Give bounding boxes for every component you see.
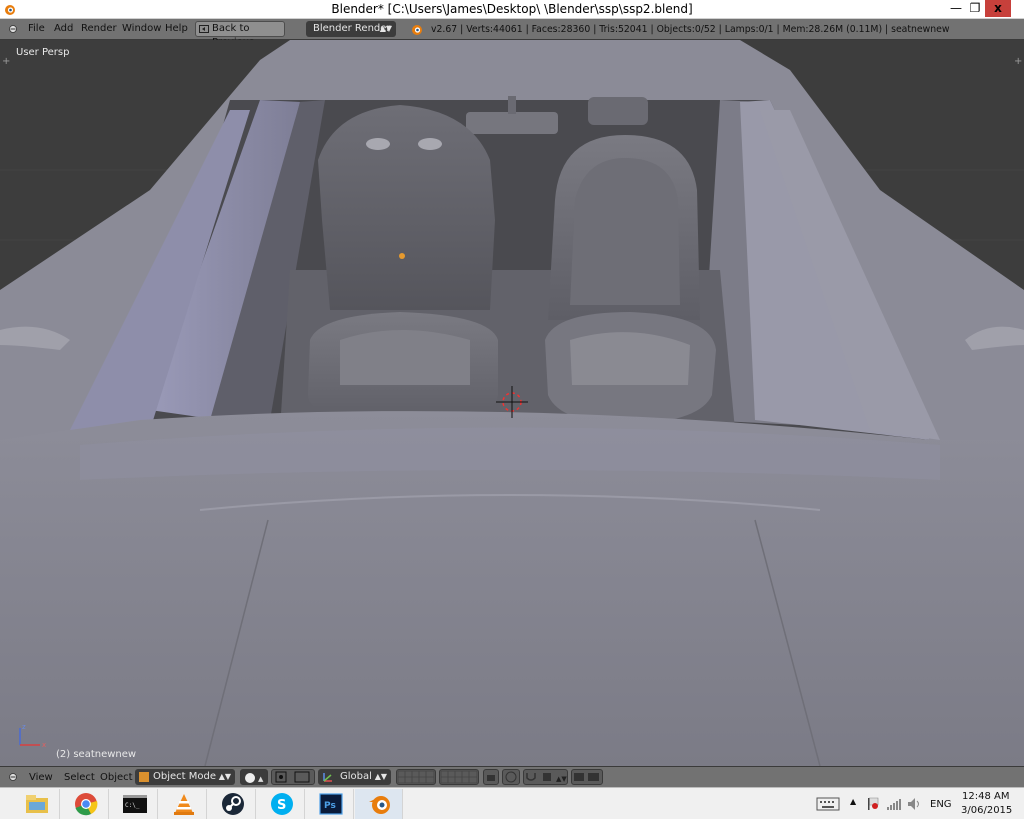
taskbar-terminal[interactable]: C:\_ [110,789,158,819]
interaction-mode-select[interactable]: Object Mode ▲▼ [135,769,235,785]
vlc-icon [174,794,194,815]
photoshop-icon: Ps [319,793,343,815]
menu-file[interactable]: File [28,23,45,34]
menu-select[interactable]: Select [64,772,95,783]
show-hidden-icons-chevron-icon[interactable]: ▲ [850,797,856,806]
clock-date[interactable]: 3/06/2015 [961,805,1012,816]
taskbar-skype[interactable]: S [257,789,305,819]
pivot-and-manipulator-buttons[interactable] [271,769,315,785]
layer-buttons-group-1[interactable] [396,769,436,785]
taskbar-photoshop[interactable]: Ps [306,789,354,819]
blender-icon [369,796,390,814]
svg-text:▲▼: ▲▼ [556,775,567,783]
terminal-prompt-text: C:\_ [125,802,140,809]
menu-view[interactable]: View [29,772,53,783]
menu-window[interactable]: Window [122,23,161,34]
lock-icon [487,775,495,781]
object-cube-icon [139,772,149,782]
terminal-icon: C:\_ [123,795,147,813]
info-header: File Add Render Window Help Back to Prev… [0,19,1024,48]
layers-grid-icon [397,770,435,784]
pivot-point-icon [275,771,310,783]
layer-lock-button[interactable] [483,769,499,785]
photoshop-label: Ps [324,801,336,811]
file-explorer-icon [26,795,48,813]
svg-text:▲: ▲ [258,775,264,783]
3d-view-header: View Select Object Object Mode ▲▼ ▲ Glob… [0,766,1024,787]
updown-arrows-icon: ▲▼ [379,24,392,33]
proportional-edit-button[interactable] [502,769,520,785]
axis-z-label: z [22,723,26,731]
updown-arrows-icon: ▲▼ [374,772,387,781]
blender-logo-icon [412,25,422,35]
solid-shading-icon: ▲ [245,773,264,783]
axis-gizmo-icon: z x [19,723,46,749]
input-language-indicator[interactable]: ENG [930,799,952,810]
taskbar-vlc[interactable] [159,789,207,819]
menu-help[interactable]: Help [165,23,188,34]
action-center-flag-icon[interactable] [866,796,880,812]
svg-text:S: S [277,798,286,813]
windows-taskbar: C:\_ S Ps ▲ ENG 12:48 AM 3/06/2015 [0,787,1024,819]
transform-orientation-select[interactable]: Global ▲▼ [318,769,391,785]
skype-icon: S [271,793,293,815]
menu-add[interactable]: Add [54,23,73,34]
magnet-snap-icon: ▲▼ [526,773,567,783]
taskbar-blender[interactable] [355,789,403,819]
render-engine-select[interactable]: Blender Render ▲▼ [306,21,396,37]
axis-x-label: x [42,741,46,749]
menu-render[interactable]: Render [81,23,117,34]
system-tray: ▲ ENG 12:48 AM 3/06/2015 [812,788,1024,820]
proportional-edit-icon [505,771,517,783]
render-preview-buttons[interactable] [571,769,603,785]
taskbar-file-explorer[interactable] [12,789,60,819]
active-object-label: (2) seatnewnew [56,749,137,760]
clock-time[interactable]: 12:48 AM [962,791,1009,802]
window-title: Blender* [C:\Users\James\Desktop\ \Blend… [331,2,693,16]
chrome-icon [75,793,98,816]
camera-render-icon [574,773,599,781]
interaction-mode-label: Object Mode [153,771,216,782]
close-button[interactable]: x [985,0,1011,17]
volume-speaker-icon[interactable] [906,796,922,812]
view-perspective-label: User Persp [16,47,70,58]
orientation-label: Global [340,771,372,782]
snap-controls[interactable]: ▲▼ [523,769,568,785]
taskbar-chrome[interactable] [61,789,109,819]
keyboard-icon[interactable] [816,796,840,812]
editor-type-icon[interactable] [8,24,18,34]
window-titlebar: Blender* [C:\Users\James\Desktop\ \Blend… [0,0,1024,19]
menu-object[interactable]: Object [100,772,133,783]
updown-arrows-icon: ▲▼ [218,772,231,781]
layers-grid-icon [440,770,478,784]
corner-split-icon[interactable]: + [1014,56,1022,67]
steam-icon [222,793,244,815]
layer-buttons-group-2[interactable] [439,769,479,785]
scene-statistics: v2.67 | Verts:44061 | Faces:28360 | Tris… [431,24,950,35]
taskbar-steam[interactable] [208,789,256,819]
3d-viewport[interactable]: User Persp z x (2) seatnewnew + + [0,40,1024,766]
orientation-axes-icon [323,773,332,782]
screen-back-icon [199,25,209,33]
editor-type-icon[interactable] [8,772,18,782]
network-signal-icon[interactable] [886,796,902,812]
car-interior-model[interactable] [0,40,1024,766]
viewport-shading-select[interactable]: ▲ [240,769,268,785]
back-to-previous-button[interactable]: Back to Previous [195,21,285,48]
corner-split-icon[interactable]: + [2,56,10,67]
